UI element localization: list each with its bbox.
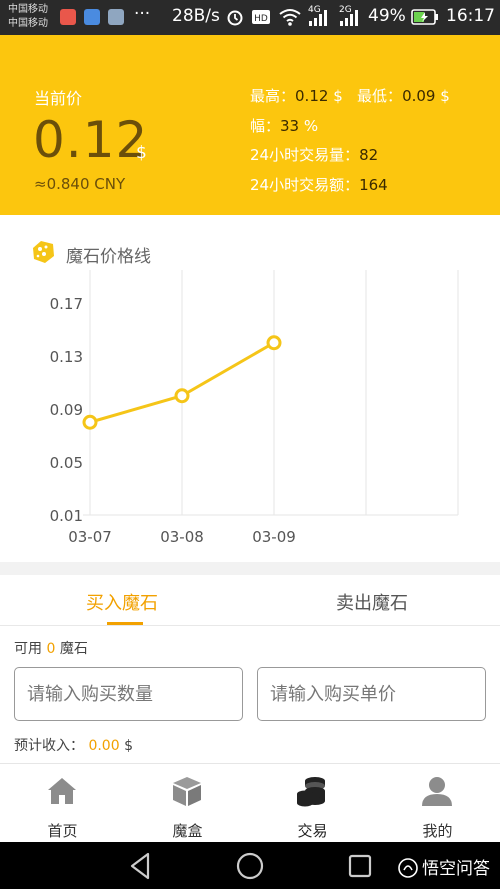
y-tick-label-2: 0.09 xyxy=(50,401,83,419)
volume-value: 82 xyxy=(359,146,379,164)
nav-home[interactable]: 首页 xyxy=(0,764,125,843)
stat-range: 幅：33 % xyxy=(250,115,318,136)
low-value: 0.09 xyxy=(402,87,436,105)
est-label: 预计收入： xyxy=(14,738,89,754)
buy-quantity-input[interactable] xyxy=(14,667,243,721)
estimated-income: 预计收入： 0.00 $ xyxy=(14,735,133,755)
wifi-icon xyxy=(279,9,301,26)
hd-icon: HD xyxy=(252,10,270,24)
signal-icon-1 xyxy=(309,10,327,26)
app-screen: 中国移动 中国移动 ··· 28B/s HD 4G 2G 49% 16:17 当… xyxy=(0,0,500,889)
est-value: 0.00 xyxy=(88,738,120,754)
x-tick-label-1: 03-08 xyxy=(160,528,204,546)
carrier-2: 中国移动 xyxy=(8,18,48,29)
tab-buy[interactable]: 买入魔石 xyxy=(86,589,158,615)
stat-amount: 24小时交易额：164 xyxy=(250,174,388,195)
coins-icon xyxy=(297,777,325,807)
x-tick-label-2: 03-09 xyxy=(252,528,296,546)
alarm-icon xyxy=(227,10,243,26)
avail-prefix: 可用 xyxy=(14,641,47,657)
nav-mine-label: 我的 xyxy=(422,822,453,840)
y-tick-label-0: 0.17 xyxy=(50,295,83,313)
carrier-1: 中国移动 xyxy=(8,4,48,15)
buy-price-input[interactable] xyxy=(257,667,486,721)
data-point-0 xyxy=(82,414,98,430)
trade-panel: 买入魔石 卖出魔石 可用 0 魔石 预计收入： 0.00 $ xyxy=(0,575,500,763)
price-header: 当前价 0.12 $ ≈0.840 CNY 最高：0.12 $ 最低：0.09 … xyxy=(0,35,500,215)
amount-label: 24小时交易额： xyxy=(250,176,360,194)
back-icon[interactable] xyxy=(124,850,156,882)
nav-trade[interactable]: 交易 xyxy=(250,764,375,843)
svg-text:HD: HD xyxy=(254,14,268,24)
watermark: 悟空问答 xyxy=(398,854,490,879)
price-currency: $ xyxy=(136,143,147,163)
y-tick-label-4: 0.01 xyxy=(50,507,83,525)
nav-mine[interactable]: 我的 xyxy=(375,764,500,843)
nav-box-label: 魔盒 xyxy=(172,822,203,840)
user-icon xyxy=(422,777,452,806)
range-unit: % xyxy=(299,117,319,135)
nav-box[interactable]: 魔盒 xyxy=(125,764,250,843)
est-unit: $ xyxy=(119,738,133,754)
battery-percent: 49% xyxy=(368,6,406,26)
carrier-info: 中国移动 中国移动 xyxy=(8,3,48,31)
price-line-chart: 0.17 0.13 0.09 0.05 0.01 03-07 03-08 03-09 xyxy=(50,270,459,546)
battery-icon xyxy=(411,9,438,25)
available-balance: 可用 0 魔石 xyxy=(14,638,88,658)
range-value: 33 xyxy=(280,117,300,135)
data-point-2 xyxy=(266,335,282,351)
stat-volume: 24小时交易量：82 xyxy=(250,144,378,165)
recents-icon[interactable] xyxy=(344,850,376,882)
chart-notification-icon xyxy=(84,9,100,25)
tab-divider xyxy=(0,625,500,626)
avail-suffix: 魔石 xyxy=(55,641,88,657)
signal-icon-2 xyxy=(340,10,358,26)
current-price-label: 当前价 xyxy=(34,89,83,108)
image-notification-icon xyxy=(108,9,124,25)
price-chart-card: 魔石价格线 0.17 0.13 0.09 0.05 0.01 03-07 03-08 03-0… xyxy=(0,215,500,562)
app-notification-icon xyxy=(60,9,76,25)
high-label: 最高： xyxy=(250,87,296,105)
nav-home-label: 首页 xyxy=(47,822,78,840)
x-tick-label-0: 03-07 xyxy=(68,528,112,546)
stat-high-low: 最高：0.12 $ 最低：0.09 $ xyxy=(250,85,450,106)
network-speed: 28B/s xyxy=(172,6,220,26)
nav-trade-label: 交易 xyxy=(297,822,328,840)
home-icon xyxy=(48,778,76,804)
amount-value: 164 xyxy=(359,176,388,194)
clock: 16:17 xyxy=(446,6,495,26)
high-value: 0.12 xyxy=(295,87,329,105)
more-icon: ··· xyxy=(134,4,151,24)
low-unit: $ xyxy=(435,87,450,105)
status-bar: 中国移动 中国移动 ··· 28B/s HD 4G 2G 49% 16:17 xyxy=(0,0,500,35)
watermark-logo-icon xyxy=(398,858,418,878)
price-cny: ≈0.840 CNY xyxy=(34,175,126,193)
volume-label: 24小时交易量： xyxy=(250,146,360,164)
home-circle-icon[interactable] xyxy=(234,850,266,882)
system-nav-bar: 悟空问答 xyxy=(0,842,500,889)
y-tick-label-1: 0.13 xyxy=(50,348,83,366)
box-icon xyxy=(173,777,201,806)
current-price: 0.12 xyxy=(33,111,149,169)
tab-sell[interactable]: 卖出魔石 xyxy=(336,589,408,615)
data-point-1 xyxy=(174,388,190,404)
y-tick-label-3: 0.05 xyxy=(50,454,83,472)
bottom-nav: 首页 魔盒 交易 我的 xyxy=(0,763,500,842)
range-label: 幅： xyxy=(250,117,281,135)
watermark-text: 悟空问答 xyxy=(422,859,490,879)
high-unit: $ xyxy=(328,87,343,105)
low-label: 最低： xyxy=(357,87,403,105)
